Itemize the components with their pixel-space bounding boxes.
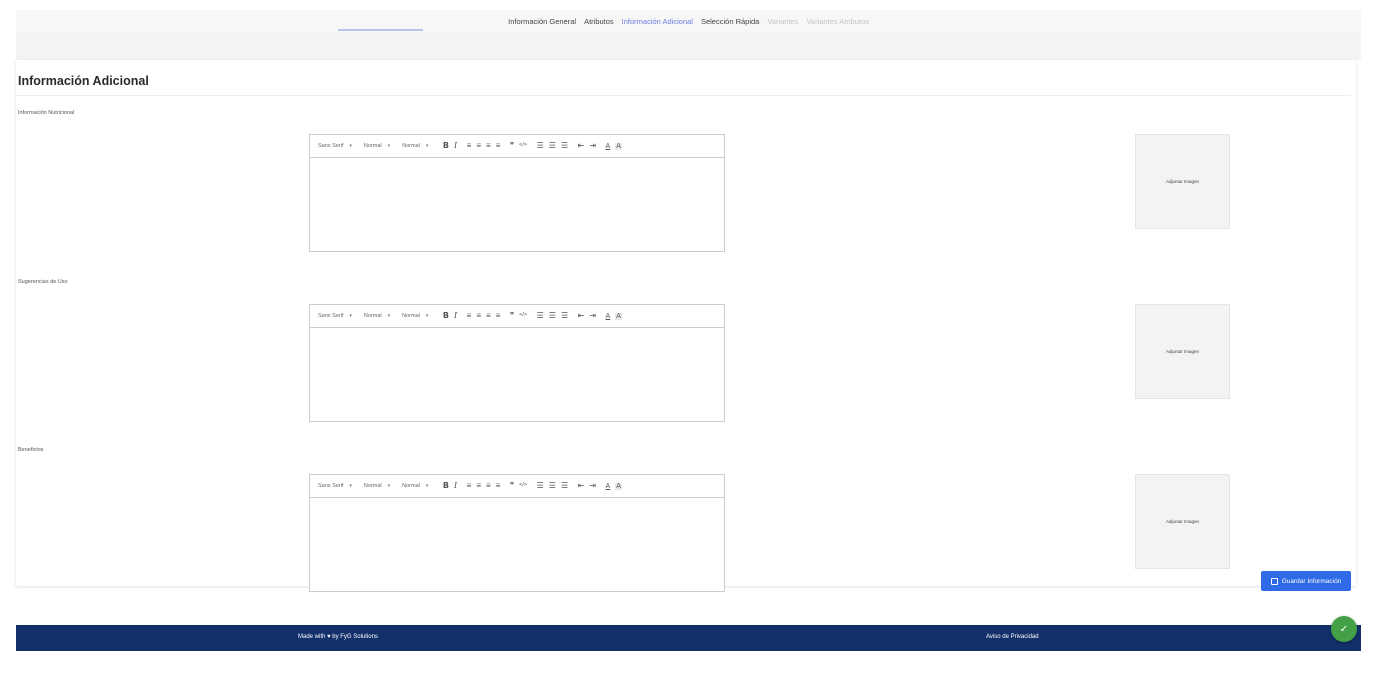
chevron-down-icon: ▾ <box>387 483 391 489</box>
size-select[interactable]: Normal ▾ <box>364 483 390 489</box>
footer: Made with ♥ by FyG Solutions Aviso de Pr… <box>16 625 1361 651</box>
code-icon[interactable]: </> <box>519 313 527 319</box>
tab-variantes: Variantes <box>767 16 799 26</box>
header-select[interactable]: Normal ▾ <box>402 313 428 319</box>
tab-informacion-general[interactable]: Información General <box>508 17 576 26</box>
outdent-icon[interactable]: ⇤ <box>578 482 585 490</box>
header-select[interactable]: Normal ▾ <box>402 143 428 149</box>
editor-body-sugerencias[interactable] <box>310 328 724 421</box>
size-select[interactable]: Normal ▾ <box>364 143 390 149</box>
tab-informacion-adicional[interactable]: Información Adicional <box>622 17 693 26</box>
chevron-down-icon: ▾ <box>425 483 429 489</box>
align-left-icon[interactable]: ≡ <box>467 482 472 490</box>
chevron-down-icon: ▾ <box>349 313 352 319</box>
italic-icon[interactable]: I <box>454 482 457 490</box>
top-tab-bar: Información General Atributos Informació… <box>16 10 1361 32</box>
align-left-icon[interactable]: ≡ <box>467 142 472 150</box>
bold-icon[interactable]: B <box>443 142 449 150</box>
align-center-icon[interactable]: ≡ <box>476 312 481 320</box>
section-label-sugerencias: Sugerencias de Uso <box>18 279 68 285</box>
align-justify-icon[interactable]: ≡ <box>496 312 501 320</box>
ordered-list-icon[interactable]: ☰ <box>537 312 544 320</box>
chevron-down-icon: ▾ <box>387 313 391 319</box>
header-band <box>16 32 1361 60</box>
font-select[interactable]: Sans Serif ▾ <box>318 313 352 319</box>
indent-icon[interactable]: ⇥ <box>589 482 596 490</box>
blockquote-icon[interactable]: ❞ <box>510 482 514 490</box>
text-color-icon[interactable]: A <box>606 483 611 490</box>
editor-sugerencias: Sans Serif ▾ Normal ▾ Normal ▾ B I ≡ ≡ ≡ ≡ … <box>309 304 725 422</box>
editor-body-nutricional[interactable] <box>310 158 724 251</box>
align-left-icon[interactable]: ≡ <box>467 312 472 320</box>
background-color-icon[interactable]: A <box>615 312 622 320</box>
privacy-link[interactable]: Aviso de Privacidad <box>986 634 1039 640</box>
bold-icon[interactable]: B <box>443 482 449 490</box>
tab-list: Información General Atributos Informació… <box>16 10 1361 32</box>
font-select[interactable]: Sans Serif ▾ <box>318 483 352 489</box>
align-right-icon[interactable]: ≡ <box>486 312 491 320</box>
text-color-icon[interactable]: A <box>606 143 611 150</box>
blockquote-icon[interactable]: ❞ <box>510 142 514 150</box>
background-color-icon[interactable]: A <box>615 482 622 490</box>
italic-icon[interactable]: I <box>454 312 457 320</box>
editor-toolbar: Sans Serif ▾ Normal ▾ Normal ▾ B I ≡ ≡ ≡ ≡ … <box>310 135 724 158</box>
section-label-beneficios: Beneficios <box>18 447 44 453</box>
chevron-down-icon: ▾ <box>349 143 352 149</box>
tab-active-indicator <box>338 29 423 31</box>
bullet-list-icon[interactable]: ☰ <box>549 482 556 490</box>
font-select[interactable]: Sans Serif ▾ <box>318 143 352 149</box>
align-justify-icon[interactable]: ≡ <box>496 482 501 490</box>
tab-atributos[interactable]: Atributos <box>584 17 614 26</box>
code-icon[interactable]: </> <box>519 143 527 149</box>
editor-body-beneficios[interactable] <box>310 498 724 591</box>
bullet-list-icon[interactable]: ☰ <box>549 312 556 320</box>
background-color-icon[interactable]: A <box>615 142 622 150</box>
attach-image-beneficios[interactable]: Adjuntar Imagen <box>1135 474 1230 569</box>
align-right-icon[interactable]: ≡ <box>486 482 491 490</box>
code-icon[interactable]: </> <box>519 483 527 489</box>
title-divider <box>16 95 1351 96</box>
attach-image-sugerencias[interactable]: Adjuntar Imagen <box>1135 304 1230 399</box>
italic-icon[interactable]: I <box>454 142 457 150</box>
chevron-down-icon: ▾ <box>387 143 391 149</box>
additional-info-card: Información Adicional Información Nutric… <box>16 60 1356 592</box>
ordered-list-icon[interactable]: ☰ <box>537 482 544 490</box>
align-justify-icon[interactable]: ≡ <box>496 142 501 150</box>
footer-credits: Made with ♥ by FyG Solutions <box>298 634 378 640</box>
check-list-icon[interactable]: ☰ <box>561 312 568 320</box>
indent-icon[interactable]: ⇥ <box>589 312 596 320</box>
attach-image-nutricional[interactable]: Adjuntar Imagen <box>1135 134 1230 229</box>
align-center-icon[interactable]: ≡ <box>476 482 481 490</box>
header-select[interactable]: Normal ▾ <box>402 483 428 489</box>
editor-beneficios: Sans Serif ▾ Normal ▾ Normal ▾ B I ≡ ≡ ≡ ≡ … <box>309 474 725 592</box>
editor-nutricional: Sans Serif ▾ Normal ▾ Normal ▾ B I ≡ ≡ ≡ ≡ … <box>309 134 725 252</box>
chevron-down-icon: ▾ <box>349 483 352 489</box>
align-center-icon[interactable]: ≡ <box>476 142 481 150</box>
size-select[interactable]: Normal ▾ <box>364 313 390 319</box>
page-title: Información Adicional <box>18 74 149 88</box>
bullet-list-icon[interactable]: ☰ <box>549 142 556 150</box>
check-list-icon[interactable]: ☰ <box>561 482 568 490</box>
check-list-icon[interactable]: ☰ <box>561 142 568 150</box>
bold-icon[interactable]: B <box>443 312 449 320</box>
chevron-down-icon: ▾ <box>425 313 429 319</box>
outdent-icon[interactable]: ⇤ <box>578 142 585 150</box>
editor-toolbar: Sans Serif ▾ Normal ▾ Normal ▾ B I ≡ ≡ ≡ ≡ … <box>310 305 724 328</box>
ordered-list-icon[interactable]: ☰ <box>537 142 544 150</box>
save-icon <box>1270 577 1278 585</box>
outdent-icon[interactable]: ⇤ <box>578 312 585 320</box>
indent-icon[interactable]: ⇥ <box>589 142 596 150</box>
align-right-icon[interactable]: ≡ <box>486 142 491 150</box>
save-button-label: Guardar Información <box>1281 577 1342 585</box>
section-label-nutricional: Información Nutricional <box>18 110 75 116</box>
tab-seleccion-rapida[interactable]: Selección Rápida <box>701 17 759 26</box>
tab-variantes-atributos: Variantes Atributos <box>806 16 869 26</box>
save-info-button[interactable]: Guardar Información <box>1261 571 1351 591</box>
chevron-down-icon: ▾ <box>425 143 429 149</box>
check-icon[interactable]: ✓ <box>1331 616 1357 642</box>
text-color-icon[interactable]: A <box>606 313 611 320</box>
blockquote-icon[interactable]: ❞ <box>510 312 514 320</box>
editor-toolbar: Sans Serif ▾ Normal ▾ Normal ▾ B I ≡ ≡ ≡ ≡ … <box>310 475 724 498</box>
